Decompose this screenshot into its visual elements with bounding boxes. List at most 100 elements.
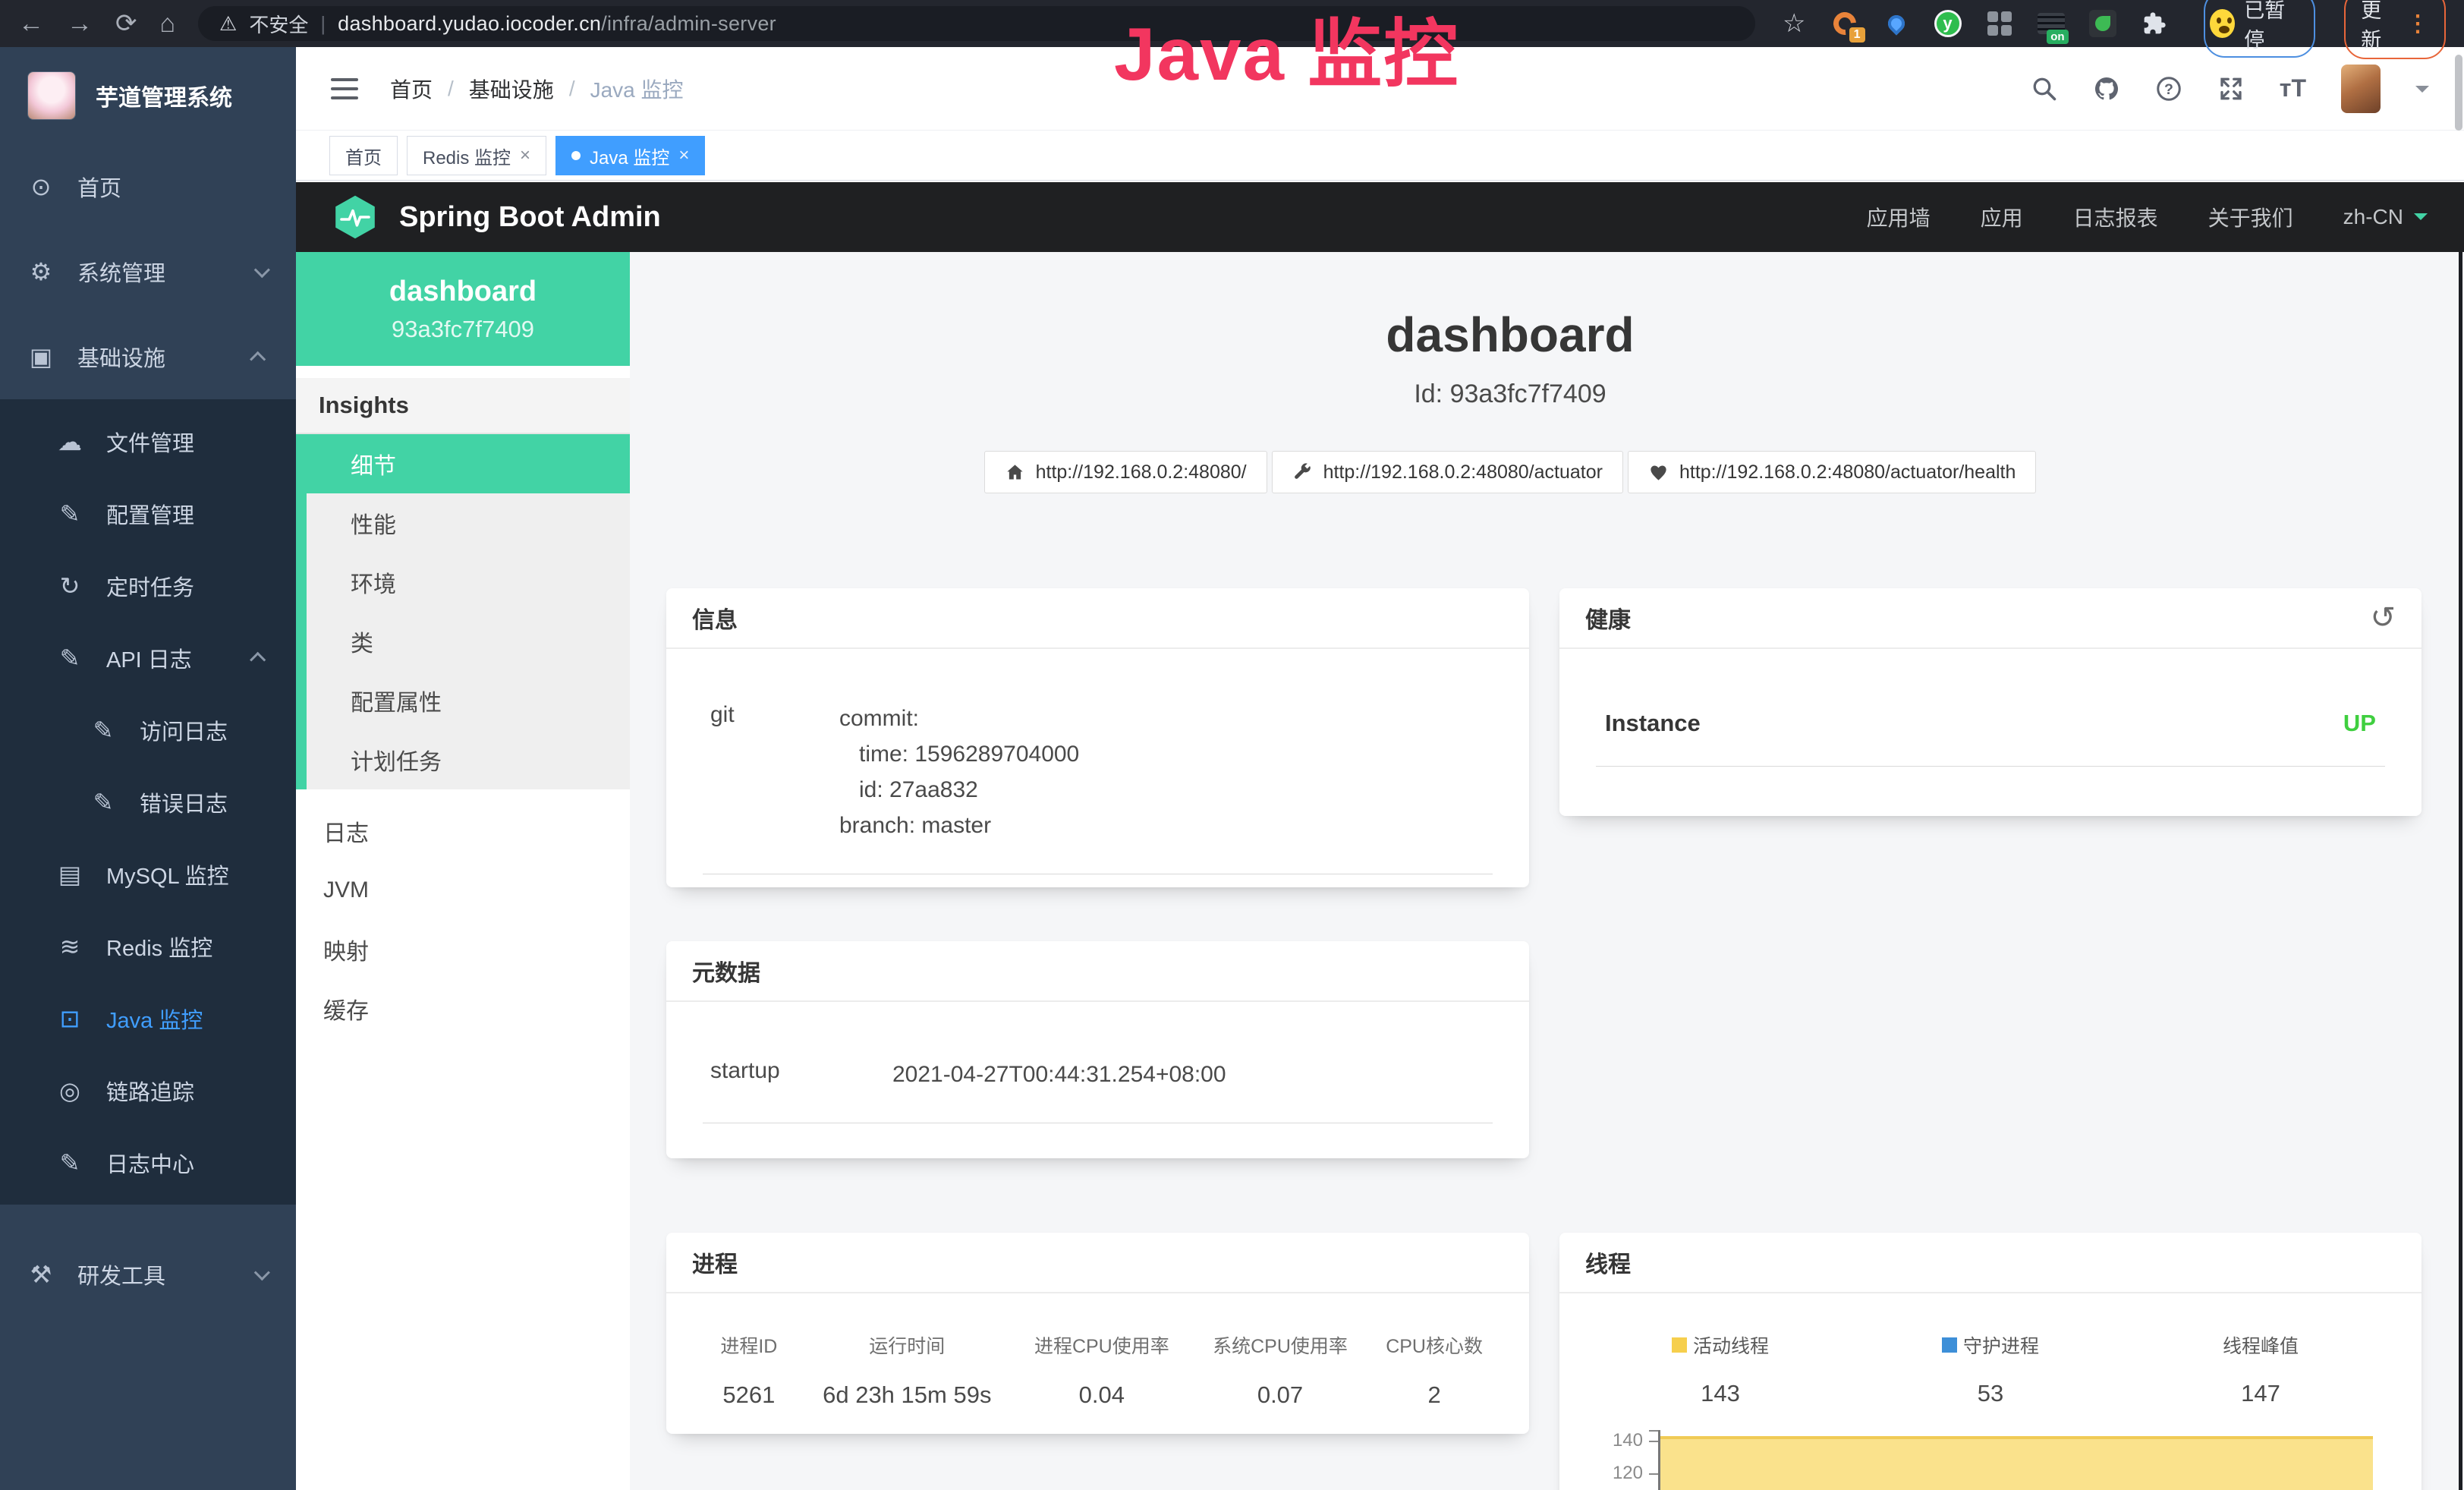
sidebar-item-file[interactable]: ☁文件管理 <box>0 405 296 477</box>
sidebar-item-label: MySQL 监控 <box>106 858 229 890</box>
sidebar-item-java[interactable]: ⊡Java 监控 <box>0 982 296 1054</box>
axis-tick <box>1649 1441 1658 1442</box>
browser-menu-kebab-icon[interactable]: ⋮ <box>2406 11 2429 37</box>
sidebar-item-redis[interactable]: ≋Redis 监控 <box>0 910 296 982</box>
browser-profile-chip[interactable]: 已暂停 <box>2204 0 2316 58</box>
sba-brand[interactable]: Spring Boot Admin <box>399 201 661 234</box>
tab-home[interactable]: 首页 <box>329 136 398 175</box>
user-avatar[interactable] <box>2341 65 2381 113</box>
health-url: http://192.168.0.2:48080/actuator/health <box>1679 461 2016 484</box>
sidebar-item-system[interactable]: ⚙系统管理 <box>0 229 296 314</box>
browser-home-icon[interactable]: ⌂ <box>160 11 176 36</box>
sba-item-details[interactable]: 细节 <box>296 434 630 493</box>
instance-id: 93a3fc7f7409 <box>392 316 534 343</box>
home-icon <box>1005 462 1025 483</box>
tab-java[interactable]: Java 监控× <box>555 136 705 175</box>
sba-nav-journal[interactable]: 日志报表 <box>2073 202 2158 232</box>
breadcrumb-separator: / <box>569 77 575 101</box>
sidebar-item-label: 链路追踪 <box>106 1075 194 1107</box>
browser-update-button[interactable]: 更新 ⋮ <box>2344 0 2446 59</box>
threads-card: 线程 活动线程 143 守护进程 53 线程峰值 147 <box>1559 1233 2422 1490</box>
y-tick-label-120: 120 <box>1597 1463 1643 1484</box>
sidebar-item-log-center[interactable]: ✎日志中心 <box>0 1126 296 1199</box>
threads-chart: 140 120 100 <box>1585 1430 2396 1490</box>
instance-id-line: Id: 93a3fc7f7409 <box>630 380 2390 409</box>
extension-y-icon[interactable]: y <box>1934 9 1962 38</box>
sba-item-mappings[interactable]: 映射 <box>296 920 630 979</box>
sidebar-item-config[interactable]: ✎配置管理 <box>0 477 296 550</box>
history-icon[interactable]: ↺ <box>2370 600 2396 635</box>
service-url-button[interactable]: http://192.168.0.2:48080/ <box>984 451 1267 493</box>
sba-nav: 应用墙 应用 日志报表 关于我们 zh-CN <box>1867 202 2428 232</box>
breadcrumb: 首页 / 基础设施 / Java 监控 <box>390 74 684 104</box>
extension-on-icon[interactable]: on <box>2037 9 2066 38</box>
sba-item-metrics[interactable]: 性能 <box>307 493 630 553</box>
sidebar-item-label: API 日志 <box>106 642 192 674</box>
health-url-button[interactable]: http://192.168.0.2:48080/actuator/health <box>1628 451 2036 493</box>
instance-header: dashboard 93a3fc7f7409 <box>296 252 630 366</box>
extension-pin-icon[interactable] <box>1882 9 1911 38</box>
sba-item-jvm[interactable]: JVM <box>296 861 630 920</box>
health-instance-row[interactable]: Instance UP <box>1596 687 2385 767</box>
sidebar-item-job[interactable]: ↻定时任务 <box>0 550 296 622</box>
font-size-icon[interactable]: тT <box>2280 74 2306 102</box>
bookmark-star-icon[interactable]: ☆ <box>1783 8 1805 39</box>
sba-section-insights: Insights <box>296 378 630 434</box>
sidebar-item-error-log[interactable]: ✎错误日志 <box>0 766 296 838</box>
leaf-shape <box>2089 10 2116 37</box>
browser-reload-icon[interactable]: ⟳ <box>115 11 137 36</box>
sidebar-item-trace[interactable]: ◎链路追踪 <box>0 1054 296 1126</box>
fullscreen-icon[interactable] <box>2217 75 2245 102</box>
update-label: 更新 <box>2361 0 2394 53</box>
sidebar-menu: ⊙首页 ⚙系统管理 ▣基础设施 ☁文件管理 ✎配置管理 ↻定时任务 ✎API 日… <box>0 144 296 1317</box>
hamburger-menu-icon[interactable] <box>331 78 358 99</box>
sidebar-item-home[interactable]: ⊙首页 <box>0 144 296 229</box>
breadcrumb-home[interactable]: 首页 <box>390 74 433 104</box>
extension-c-icon[interactable]: 1 <box>1830 9 1859 38</box>
close-icon[interactable]: × <box>520 145 530 166</box>
breadcrumb-infra[interactable]: 基础设施 <box>469 74 554 104</box>
git-row: git commit: time: 1596289704000 id: 27aa… <box>703 687 1493 874</box>
metric-value: 0.07 <box>1195 1381 1365 1409</box>
github-icon[interactable] <box>2093 75 2120 102</box>
sba-item-logfile[interactable]: 日志 <box>296 802 630 861</box>
chevron-down-icon <box>254 1265 270 1281</box>
browser-forward-icon[interactable]: → <box>67 11 93 36</box>
sidebar-item-devtools[interactable]: ⚒研发工具 <box>0 1232 296 1317</box>
axis-tick <box>1649 1473 1658 1475</box>
extensions-puzzle-icon[interactable] <box>2140 9 2169 38</box>
tab-redis[interactable]: Redis 监控× <box>407 136 546 175</box>
help-icon[interactable]: ? <box>2155 75 2182 102</box>
sba-item-environment[interactable]: 环境 <box>307 553 630 612</box>
scrollbar-thumb[interactable] <box>2455 55 2462 131</box>
sidebar-item-label: 错误日志 <box>140 786 228 818</box>
sba-item-classes[interactable]: 类 <box>307 612 630 671</box>
browser-back-icon[interactable]: ← <box>18 11 44 36</box>
sba-nav-wallboard[interactable]: 应用墙 <box>1867 202 1931 232</box>
extension-grid-icon[interactable] <box>1985 9 2014 38</box>
search-icon[interactable] <box>2031 75 2058 102</box>
actuator-url: http://192.168.0.2:48080/actuator <box>1323 461 1603 484</box>
close-icon[interactable]: × <box>678 145 689 166</box>
health-card: 健康↺ Instance UP <box>1559 588 2422 816</box>
address-bar[interactable]: ⚠ 不安全 | dashboard.yudao.iocoder.cn/infra… <box>198 6 1755 41</box>
sidebar-item-mysql[interactable]: ▤MySQL 监控 <box>0 838 296 910</box>
chevron-down-icon <box>2414 213 2428 227</box>
health-row-label: Instance <box>1605 710 1701 737</box>
sidebar-item-infra[interactable]: ▣基础设施 <box>0 314 296 399</box>
app-logo[interactable]: 芋道管理系统 <box>0 47 296 144</box>
user-caret-icon[interactable] <box>2415 86 2429 99</box>
git-branch-line: branch: master <box>839 808 1079 843</box>
sba-item-scheduled-tasks[interactable]: 计划任务 <box>307 730 630 789</box>
sba-nav-applications[interactable]: 应用 <box>1981 202 2023 232</box>
actuator-url-button[interactable]: http://192.168.0.2:48080/actuator <box>1272 451 1623 493</box>
sba-item-caches[interactable]: 缓存 <box>296 979 630 1038</box>
sba-nav-about[interactable]: 关于我们 <box>2208 202 2293 232</box>
sidebar-item-access-log[interactable]: ✎访问日志 <box>0 694 296 766</box>
y-circle: y <box>1934 10 1962 37</box>
sba-language-select[interactable]: zh-CN <box>2343 205 2428 229</box>
extension-leaf-icon[interactable] <box>2088 9 2117 38</box>
sidebar-item-api-log[interactable]: ✎API 日志 <box>0 622 296 694</box>
log-icon: ✎ <box>87 716 120 745</box>
sba-item-configprops[interactable]: 配置属性 <box>307 671 630 730</box>
